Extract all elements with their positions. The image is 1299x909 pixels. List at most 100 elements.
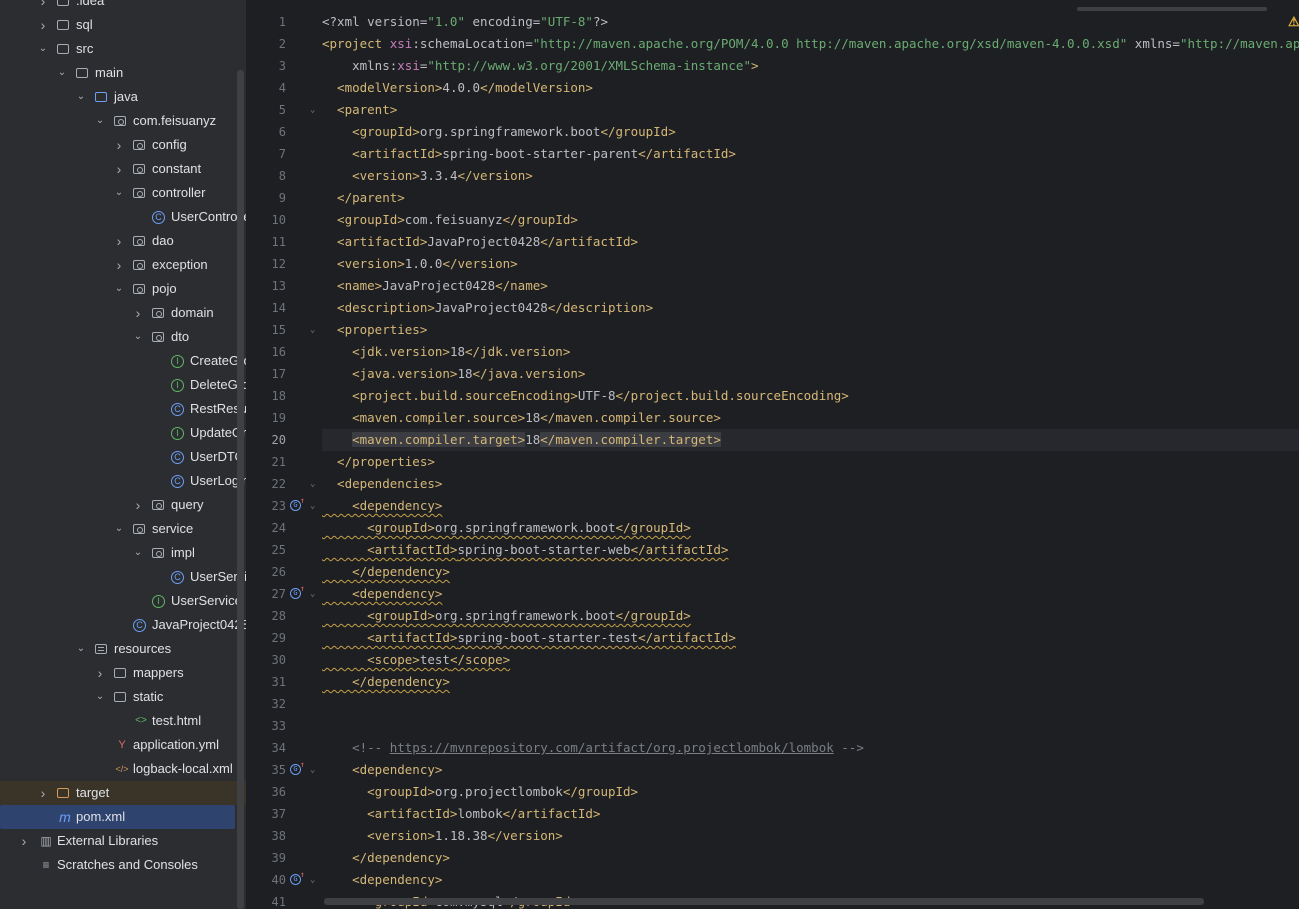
chevron-right-icon[interactable]: ›	[113, 133, 125, 157]
line-number[interactable]: 8	[248, 165, 322, 187]
tree-item[interactable]: › dao	[0, 229, 246, 253]
tree-item[interactable]: ⌄ service	[0, 517, 246, 541]
line-number[interactable]: 13	[248, 275, 322, 297]
code-line[interactable]	[322, 693, 1299, 715]
tree-item[interactable]: ≡ Scratches and Consoles	[0, 853, 246, 877]
code-line[interactable]: <dependency>	[322, 583, 1299, 605]
chevron-right-icon[interactable]: ›	[132, 493, 144, 517]
line-number[interactable]: 24	[248, 517, 322, 539]
code-line[interactable]: </dependency>	[322, 847, 1299, 869]
tree-item[interactable]: <> test.html	[0, 709, 246, 733]
tree-item[interactable]: › target	[0, 781, 246, 805]
line-number[interactable]: 32	[248, 693, 322, 715]
code-token[interactable]: https://mvnrepository.com/artifact/org.p…	[390, 740, 834, 755]
editor-top-scrollbar[interactable]	[1077, 7, 1267, 11]
chevron-down-icon[interactable]: ⌄	[113, 277, 125, 301]
fold-icon[interactable]: ⌄	[310, 99, 315, 121]
code-area[interactable]: <?xml version="1.0" encoding="UTF-8"?> <p…	[322, 10, 1299, 909]
code-line[interactable]: <project xsi:schemaLocation="http://mave…	[322, 33, 1299, 55]
chevron-right-icon[interactable]: ›	[113, 253, 125, 277]
code-line[interactable]: </properties>	[322, 451, 1299, 473]
tree-item[interactable]: ⌄ com.feisuanyz	[0, 109, 246, 133]
line-number[interactable]: 18	[248, 385, 322, 407]
code-line[interactable]: <project.build.sourceEncoding>UTF-8</pro…	[322, 385, 1299, 407]
tree-item[interactable]: › constant	[0, 157, 246, 181]
line-number[interactable]: 10	[248, 209, 322, 231]
line-number[interactable]: 17	[248, 363, 322, 385]
code-line[interactable]: <scope>test</scope>	[322, 649, 1299, 671]
line-number[interactable]: 22 ⌄	[248, 473, 322, 495]
tree-item[interactable]: C UserController	[0, 205, 246, 229]
code-line[interactable]: <version>1.0.0</version>	[322, 253, 1299, 275]
chevron-down-icon[interactable]: ⌄	[113, 517, 125, 541]
chevron-down-icon[interactable]: ⌄	[56, 61, 68, 85]
tree-item[interactable]: › sql	[0, 13, 246, 37]
code-line[interactable]: <maven.compiler.target>18</maven.compile…	[322, 429, 1299, 451]
code-line[interactable]: </dependency>	[322, 671, 1299, 693]
tree-item[interactable]: › ▥ External Libraries	[0, 829, 246, 853]
code-line[interactable]: <artifactId>JavaProject0428</artifactId>	[322, 231, 1299, 253]
chevron-right-icon[interactable]: ›	[113, 157, 125, 181]
line-number[interactable]: 19	[248, 407, 322, 429]
fold-icon[interactable]: ⌄	[310, 583, 315, 605]
chevron-down-icon[interactable]: ⌄	[94, 685, 106, 709]
line-number[interactable]: 36	[248, 781, 322, 803]
code-line[interactable]: <properties>	[322, 319, 1299, 341]
code-line[interactable]: <java.version>18</java.version>	[322, 363, 1299, 385]
project-tree-scrollbar[interactable]	[237, 70, 244, 909]
code-line[interactable]	[322, 715, 1299, 737]
tree-item[interactable]: C JavaProject0428Application	[0, 613, 246, 637]
tree-item[interactable]: › exception	[0, 253, 246, 277]
code-line[interactable]: <artifactId>spring-boot-starter-test</ar…	[322, 627, 1299, 649]
tree-item[interactable]: ⌄ src	[0, 37, 246, 61]
tree-item[interactable]: ⌄ java	[0, 85, 246, 109]
line-number[interactable]: 20	[248, 429, 322, 451]
code-line[interactable]: xmlns:xsi="http://www.w3.org/2001/XMLSch…	[322, 55, 1299, 77]
code-line[interactable]: <version>3.3.4</version>	[322, 165, 1299, 187]
tree-item[interactable]: CUserLoginDTO	[0, 469, 246, 493]
chevron-right-icon[interactable]: ›	[37, 0, 49, 13]
tree-item[interactable]: ⌄ controller	[0, 181, 246, 205]
line-number[interactable]: 7	[248, 143, 322, 165]
tree-item[interactable]: › .idea	[0, 0, 246, 13]
fold-icon[interactable]: ⌄	[310, 759, 315, 781]
code-line[interactable]: <artifactId>spring-boot-starter-web</art…	[322, 539, 1299, 561]
tree-item[interactable]: m pom.xml	[0, 805, 235, 829]
chevron-down-icon[interactable]: ⌄	[113, 181, 125, 205]
tree-item[interactable]: ⌄ static	[0, 685, 246, 709]
line-number[interactable]: 3	[248, 55, 322, 77]
tree-item[interactable]: › query	[0, 493, 246, 517]
line-number[interactable]: 40 G ⌄	[248, 869, 322, 891]
code-line[interactable]: <jdk.version>18</jdk.version>	[322, 341, 1299, 363]
override-marker-icon[interactable]: G	[290, 584, 305, 599]
line-number[interactable]: 29	[248, 627, 322, 649]
fold-icon[interactable]: ⌄	[310, 473, 315, 495]
tree-item[interactable]: IUpdateGroup	[0, 421, 246, 445]
chevron-down-icon[interactable]: ⌄	[132, 325, 144, 349]
code-line[interactable]: <?xml version="1.0" encoding="UTF-8"?>	[322, 11, 1299, 33]
line-number[interactable]: 12	[248, 253, 322, 275]
tree-item[interactable]: › config	[0, 133, 246, 157]
code-line[interactable]: <artifactId>spring-boot-starter-parent</…	[322, 143, 1299, 165]
line-number[interactable]: 35 G ⌄	[248, 759, 322, 781]
line-number[interactable]: 26	[248, 561, 322, 583]
tree-item[interactable]: C UserDTO	[0, 445, 246, 469]
chevron-right-icon[interactable]: ›	[37, 13, 49, 37]
tree-item[interactable]: I UserService	[0, 589, 246, 613]
code-line[interactable]: <dependency>	[322, 759, 1299, 781]
warning-icon[interactable]: ⚠	[1288, 14, 1299, 30]
fold-icon[interactable]: ⌄	[310, 869, 315, 891]
tree-item[interactable]: IDeleteGroup	[0, 373, 246, 397]
line-number[interactable]: 41	[248, 891, 322, 909]
chevron-right-icon[interactable]: ›	[94, 661, 106, 685]
chevron-down-icon[interactable]: ⌄	[132, 541, 144, 565]
code-line[interactable]: <artifactId>lombok</artifactId>	[322, 803, 1299, 825]
tree-item[interactable]: ⌄ pojo	[0, 277, 246, 301]
line-number[interactable]: 5 ⌄	[248, 99, 322, 121]
tree-item[interactable]: › domain	[0, 301, 246, 325]
tree-item[interactable]: › mappers	[0, 661, 246, 685]
tree-item[interactable]: ⌄ impl	[0, 541, 246, 565]
chevron-right-icon[interactable]: ›	[18, 829, 30, 853]
code-line[interactable]: <!-- https://mvnrepository.com/artifact/…	[322, 737, 1299, 759]
line-number[interactable]: 33	[248, 715, 322, 737]
